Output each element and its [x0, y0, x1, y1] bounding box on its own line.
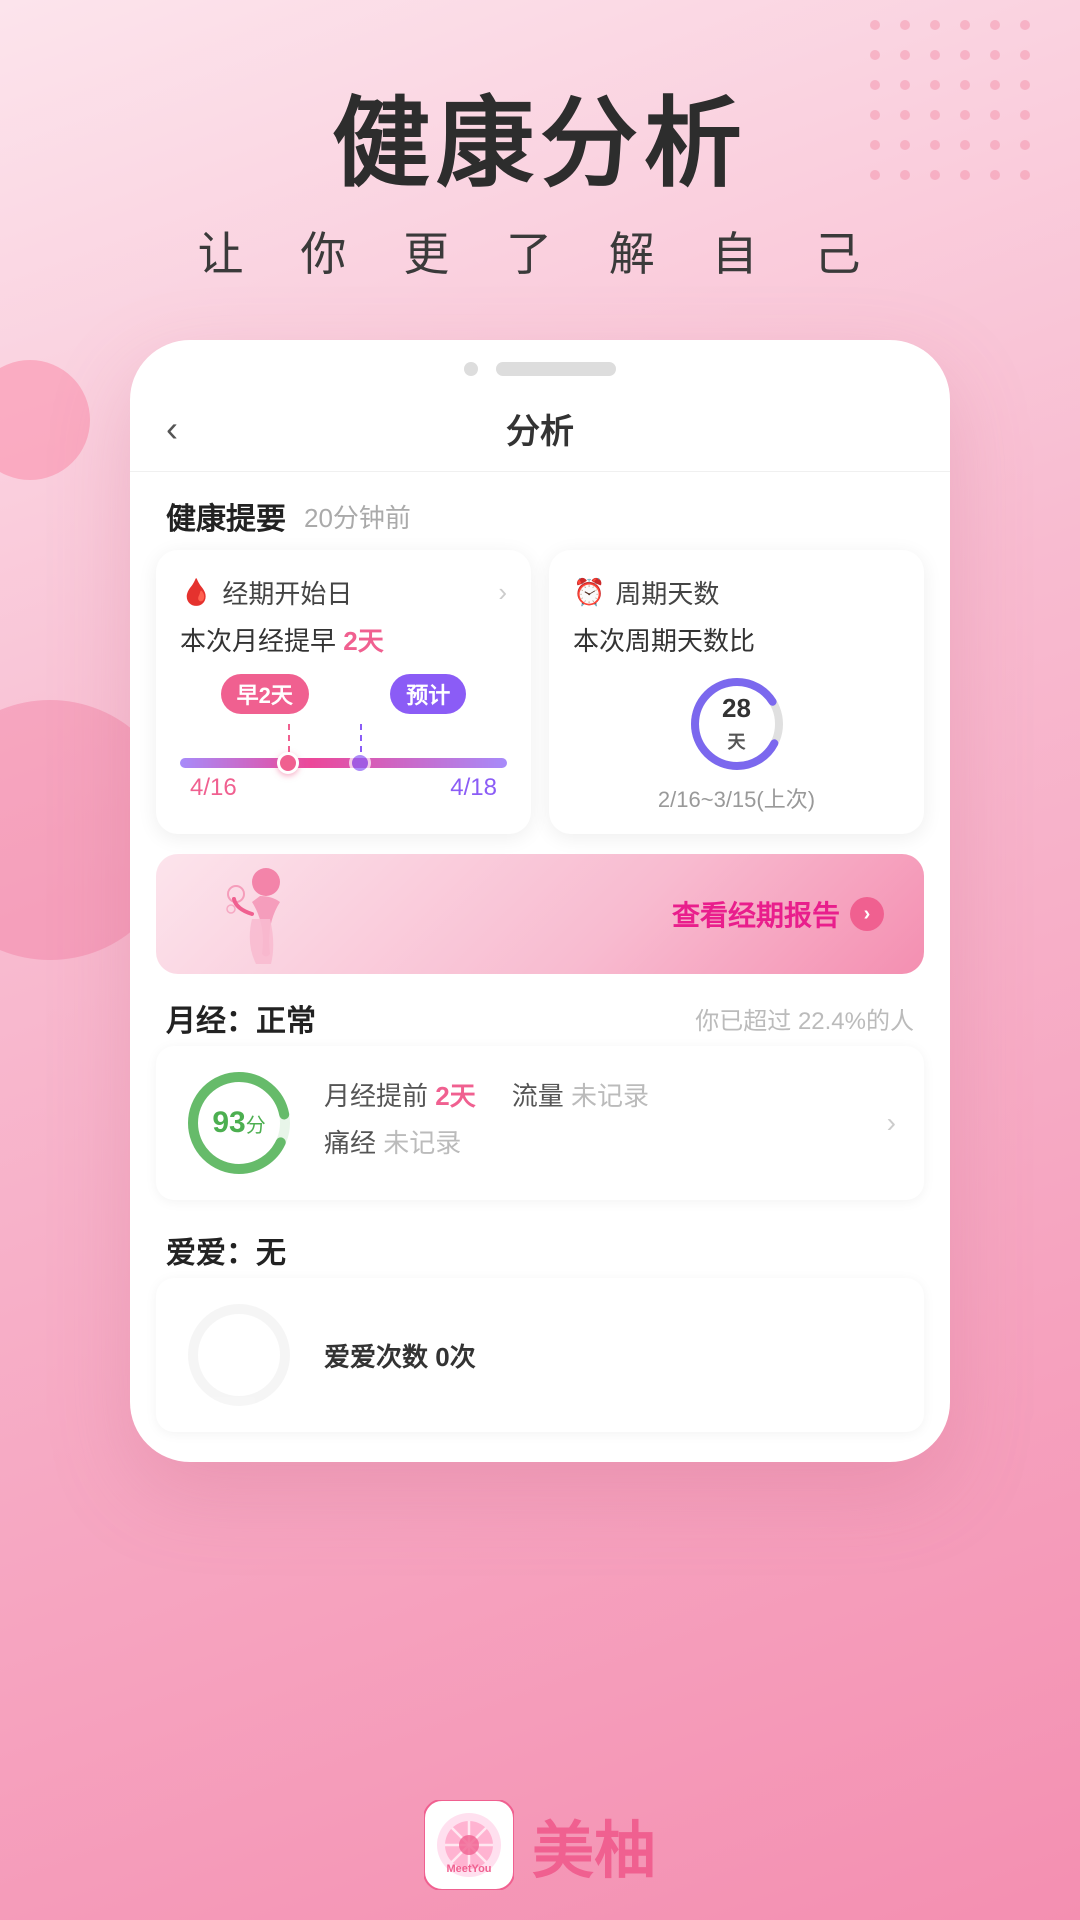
- cycle-date-range: 2/16~3/15(上次): [573, 782, 900, 814]
- timeline-labels: 4/16 4/18: [180, 774, 507, 802]
- health-summary-time: 20分钟前: [304, 498, 411, 535]
- cycle-card-title: 周期天数: [615, 574, 719, 611]
- score-card[interactable]: 93分 月经提前 2天 流量 未记录 痛经 未记录 ›: [156, 1046, 924, 1200]
- score-ring-text: 93分: [212, 1108, 265, 1138]
- menstrual-note: 你已超过 22.4%的人: [695, 1001, 914, 1036]
- timeline-dot-actual: [277, 752, 299, 774]
- score-ring: 93分: [184, 1068, 294, 1178]
- banner-link-text: 查看经期报告: [672, 894, 840, 934]
- phone-dot: [464, 362, 478, 376]
- score-row-1: 月经提前 2天 流量 未记录: [324, 1076, 857, 1113]
- period-banner[interactable]: 查看经期报告 ›: [156, 854, 924, 974]
- period-card[interactable]: 🩸 经期开始日 › 本次月经提早 2天 早2天 预计: [156, 550, 531, 834]
- cycle-card-header: ⏰ 周期天数: [573, 574, 900, 611]
- back-button[interactable]: ‹: [166, 408, 178, 450]
- love-title: 爱爱：无: [166, 1228, 286, 1272]
- badge-wrapper: 早2天 预计: [180, 674, 507, 714]
- cycle-card[interactable]: ⏰ 周期天数 本次周期天数比 28 天 2/16~3/15(上次): [549, 550, 924, 834]
- early-badge: 早2天: [221, 674, 309, 714]
- main-title: 健康分析: [0, 90, 1080, 198]
- phone-pill: [496, 362, 616, 376]
- period-card-title: 经期开始日: [222, 574, 352, 611]
- score-details: 月经提前 2天 流量 未记录 痛经 未记录: [324, 1076, 857, 1170]
- period-card-arrow: ›: [498, 577, 507, 608]
- banner-link-arrow: ›: [850, 897, 884, 931]
- brand-name: 美柚: [532, 1800, 656, 1890]
- health-summary-bar: 健康提要 20分钟前: [130, 472, 950, 550]
- deco-circle-left: [0, 360, 90, 480]
- cycle-card-desc: 本次周期天数比: [573, 621, 900, 658]
- pain-item: 痛经 未记录: [324, 1123, 461, 1160]
- score-row-2: 痛经 未记录: [324, 1123, 857, 1160]
- menstrual-section-row: 月经：正常 你已超过 22.4%的人: [130, 974, 950, 1046]
- cycle-icon: ⏰: [573, 577, 605, 608]
- banner-figure: [216, 864, 306, 974]
- love-card[interactable]: 爱爱次数 0次: [156, 1278, 924, 1432]
- banner-link[interactable]: 查看经期报告 ›: [672, 894, 884, 934]
- advance-item: 月经提前 2天: [324, 1076, 476, 1113]
- phone-mockup: ‹ 分析 健康提要 20分钟前 🩸 经期开始日 › 本次月经提早 2天 早2天 …: [130, 340, 950, 1462]
- cycle-ring-text: 28 天: [722, 693, 751, 755]
- health-summary-label: 健康提要: [166, 494, 286, 538]
- timeline-date-predict: 4/18: [450, 774, 497, 802]
- menstrual-title: 月经：正常: [166, 996, 316, 1040]
- cycle-ring: 28 天: [687, 674, 787, 774]
- love-count: 爱爱次数 0次: [324, 1337, 896, 1374]
- love-section: 爱爱：无 爱爱次数 0次: [130, 1206, 950, 1432]
- love-detail: 爱爱次数 0次: [324, 1337, 896, 1374]
- timeline-track: [180, 758, 507, 768]
- brand-footer: MeetYou 美柚: [0, 1800, 1080, 1890]
- period-card-header: 🩸 经期开始日 ›: [180, 574, 507, 611]
- cards-row: 🩸 经期开始日 › 本次月经提早 2天 早2天 预计: [130, 550, 950, 834]
- flow-item: 流量 未记录: [512, 1076, 649, 1113]
- app-header: ‹ 分析: [130, 386, 950, 472]
- brand-logo: MeetYou: [424, 1800, 514, 1890]
- header-section: 健康分析 让 你 更 了 解 自 己: [0, 0, 1080, 284]
- timeline-dot-predict: [349, 752, 371, 774]
- period-icon: 🩸: [180, 577, 212, 608]
- cycle-ring-container: 28 天: [573, 674, 900, 774]
- love-ring: [184, 1300, 294, 1410]
- app-title: 分析: [506, 404, 574, 453]
- score-card-arrow: ›: [887, 1107, 896, 1139]
- predict-badge: 预计: [390, 674, 466, 714]
- timeline-container: 4/16 4/18: [180, 724, 507, 802]
- svg-text:MeetYou: MeetYou: [446, 1863, 491, 1875]
- timeline-date-actual: 4/16: [190, 774, 237, 802]
- phone-topbar: [130, 340, 950, 386]
- sub-title: 让 你 更 了 解 自 己: [0, 218, 1080, 284]
- love-section-row: 爱爱：无: [130, 1206, 950, 1278]
- period-card-desc: 本次月经提早 2天: [180, 621, 507, 658]
